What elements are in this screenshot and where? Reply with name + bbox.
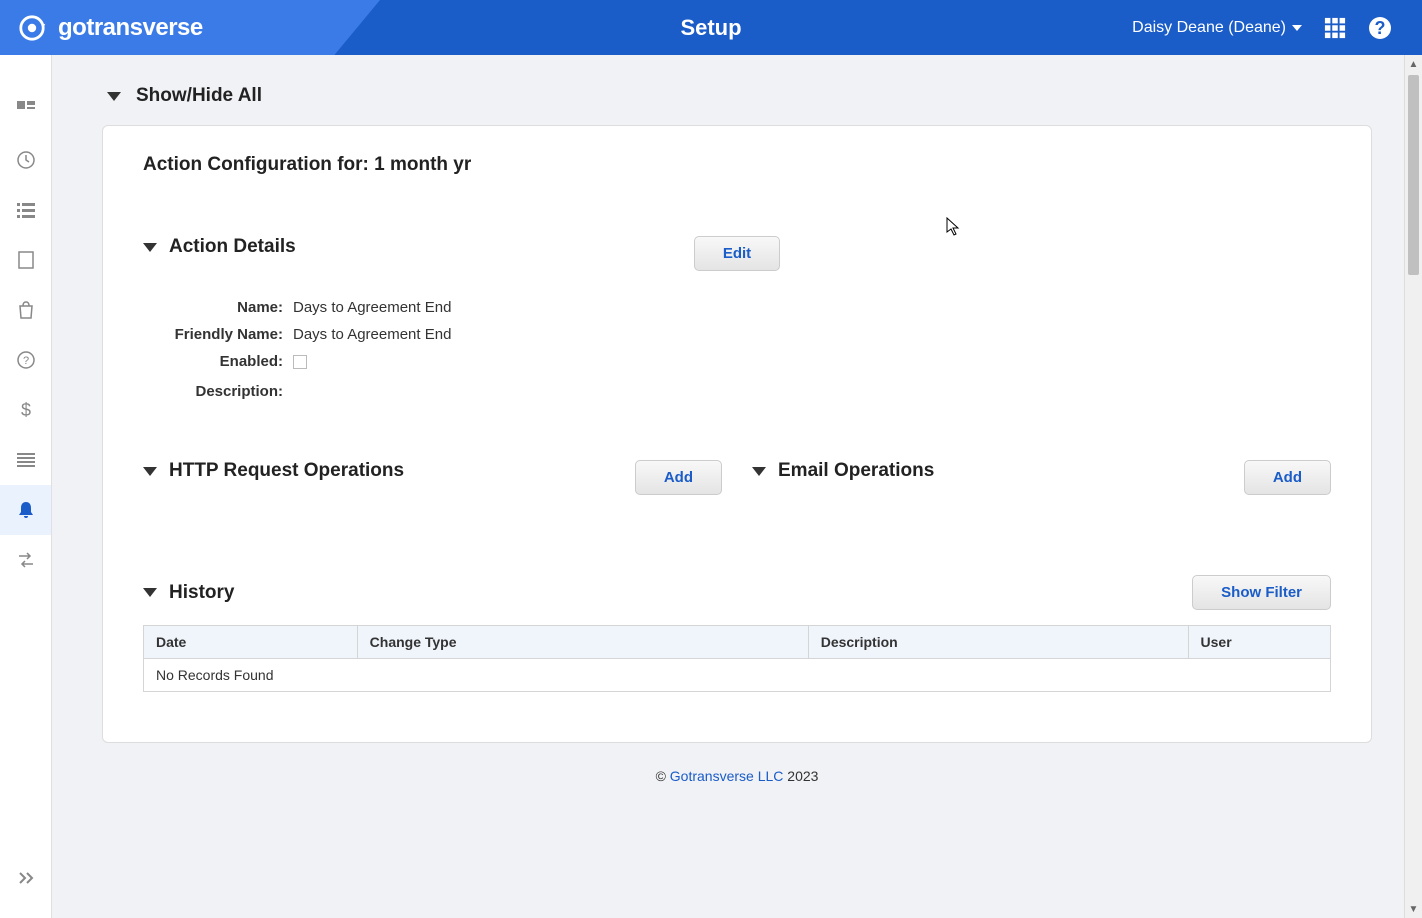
history-header[interactable]: History bbox=[143, 582, 1192, 604]
bag-icon bbox=[18, 301, 34, 319]
show-filter-button[interactable]: Show Filter bbox=[1192, 575, 1331, 610]
app-header: gotransverse Setup Daisy Deane (Deane) ? bbox=[0, 0, 1422, 55]
http-operations-title: HTTP Request Operations bbox=[169, 460, 404, 482]
caret-down-icon bbox=[1292, 25, 1302, 31]
sidebar-expand[interactable] bbox=[0, 858, 51, 898]
col-change-type[interactable]: Change Type bbox=[357, 626, 808, 659]
description-value bbox=[293, 383, 1331, 400]
table-row: No Records Found bbox=[144, 659, 1331, 692]
enabled-value bbox=[293, 353, 1331, 373]
clock-icon bbox=[17, 151, 35, 169]
action-details-title: Action Details bbox=[169, 236, 296, 258]
triangle-down-icon bbox=[143, 588, 157, 597]
action-details-header[interactable]: Action Details bbox=[143, 236, 694, 258]
triangle-down-icon bbox=[143, 467, 157, 476]
user-name: Daisy Deane (Deane) bbox=[1132, 19, 1286, 37]
header-left: gotransverse bbox=[0, 0, 380, 55]
http-add-button[interactable]: Add bbox=[635, 460, 722, 495]
operations-row: HTTP Request Operations Add Email Operat… bbox=[143, 460, 1331, 495]
scroll-down-icon[interactable]: ▼ bbox=[1405, 900, 1422, 918]
page-title: Setup bbox=[680, 15, 741, 41]
sidebar-document[interactable] bbox=[0, 235, 51, 285]
detail-row-description: Description: bbox=[173, 383, 1331, 400]
triangle-down-icon bbox=[107, 92, 121, 101]
sidebar-list[interactable] bbox=[0, 185, 51, 235]
no-records-cell: No Records Found bbox=[144, 659, 1331, 692]
bell-icon bbox=[18, 501, 34, 519]
apps-icon[interactable] bbox=[1324, 17, 1346, 39]
history-section: History Show Filter Date Change Type Des… bbox=[143, 575, 1331, 692]
logo-text: gotransverse bbox=[58, 14, 203, 42]
detail-row-name: Name: Days to Agreement End bbox=[173, 299, 1331, 316]
panel-title: Action Configuration for: 1 month yr bbox=[143, 154, 1331, 176]
table-header-row: Date Change Type Description User bbox=[144, 626, 1331, 659]
user-menu[interactable]: Daisy Deane (Deane) bbox=[1132, 19, 1302, 37]
svg-text:?: ? bbox=[22, 355, 28, 367]
friendly-name-value: Days to Agreement End bbox=[293, 326, 1331, 343]
sidebar-dashboard[interactable] bbox=[0, 85, 51, 135]
http-operations-section: HTTP Request Operations Add bbox=[143, 460, 722, 495]
config-panel: Action Configuration for: 1 month yr Act… bbox=[102, 125, 1372, 743]
history-table: Date Change Type Description User No Rec… bbox=[143, 625, 1331, 692]
chevrons-right-icon bbox=[18, 871, 34, 885]
footer-link[interactable]: Gotransverse LLC bbox=[670, 768, 784, 784]
main-content: Show/Hide All Action Configuration for: … bbox=[52, 55, 1422, 918]
show-hide-all-toggle[interactable]: Show/Hide All bbox=[107, 85, 1372, 107]
header-right: Daisy Deane (Deane) ? bbox=[1132, 16, 1422, 40]
scrollbar-thumb[interactable] bbox=[1408, 75, 1419, 275]
col-date[interactable]: Date bbox=[144, 626, 358, 659]
sidebar-notifications[interactable] bbox=[0, 485, 51, 535]
triangle-down-icon bbox=[752, 467, 766, 476]
question-icon: ? bbox=[17, 351, 35, 369]
copyright-symbol: © bbox=[656, 768, 666, 784]
sidebar: ? $ bbox=[0, 55, 52, 918]
triangle-down-icon bbox=[143, 243, 157, 252]
scroll-up-icon[interactable]: ▲ bbox=[1405, 55, 1422, 73]
sidebar-dollar[interactable]: $ bbox=[0, 385, 51, 435]
http-operations-header[interactable]: HTTP Request Operations bbox=[143, 460, 635, 482]
detail-row-friendly-name: Friendly Name: Days to Agreement End bbox=[173, 326, 1331, 343]
svg-text:$: $ bbox=[20, 401, 30, 419]
scrollbar[interactable]: ▲ ▼ bbox=[1404, 55, 1422, 918]
menu-icon bbox=[17, 453, 35, 467]
copyright-year: 2023 bbox=[787, 768, 818, 784]
name-label: Name: bbox=[173, 299, 293, 316]
email-operations-header[interactable]: Email Operations bbox=[752, 460, 1244, 482]
sidebar-clock[interactable] bbox=[0, 135, 51, 185]
logo-icon bbox=[18, 14, 46, 42]
col-user[interactable]: User bbox=[1188, 626, 1330, 659]
sidebar-menu[interactable] bbox=[0, 435, 51, 485]
dollar-icon: $ bbox=[17, 401, 35, 419]
friendly-name-label: Friendly Name: bbox=[173, 326, 293, 343]
enabled-label: Enabled: bbox=[173, 353, 293, 373]
action-details-section: Action Details Edit Name: Days to Agreem… bbox=[143, 236, 1331, 400]
edit-button[interactable]: Edit bbox=[694, 236, 780, 271]
details-grid: Name: Days to Agreement End Friendly Nam… bbox=[173, 299, 1331, 400]
description-label: Description: bbox=[173, 383, 293, 400]
help-icon[interactable]: ? bbox=[1368, 16, 1392, 40]
list-icon bbox=[17, 201, 35, 219]
dashboard-icon bbox=[17, 101, 35, 119]
swap-icon bbox=[17, 552, 35, 568]
email-operations-section: Email Operations Add bbox=[752, 460, 1331, 495]
email-operations-title: Email Operations bbox=[778, 460, 934, 482]
col-description[interactable]: Description bbox=[808, 626, 1188, 659]
detail-row-enabled: Enabled: bbox=[173, 353, 1331, 373]
svg-text:?: ? bbox=[1375, 18, 1386, 38]
name-value: Days to Agreement End bbox=[293, 299, 1331, 316]
sidebar-bag[interactable] bbox=[0, 285, 51, 335]
enabled-checkbox[interactable] bbox=[293, 355, 307, 369]
footer: © Gotransverse LLC 2023 bbox=[102, 768, 1372, 784]
show-hide-all-label: Show/Hide All bbox=[136, 85, 262, 107]
history-title: History bbox=[169, 582, 234, 604]
email-add-button[interactable]: Add bbox=[1244, 460, 1331, 495]
sidebar-swap[interactable] bbox=[0, 535, 51, 585]
document-icon bbox=[18, 251, 34, 269]
sidebar-question[interactable]: ? bbox=[0, 335, 51, 385]
